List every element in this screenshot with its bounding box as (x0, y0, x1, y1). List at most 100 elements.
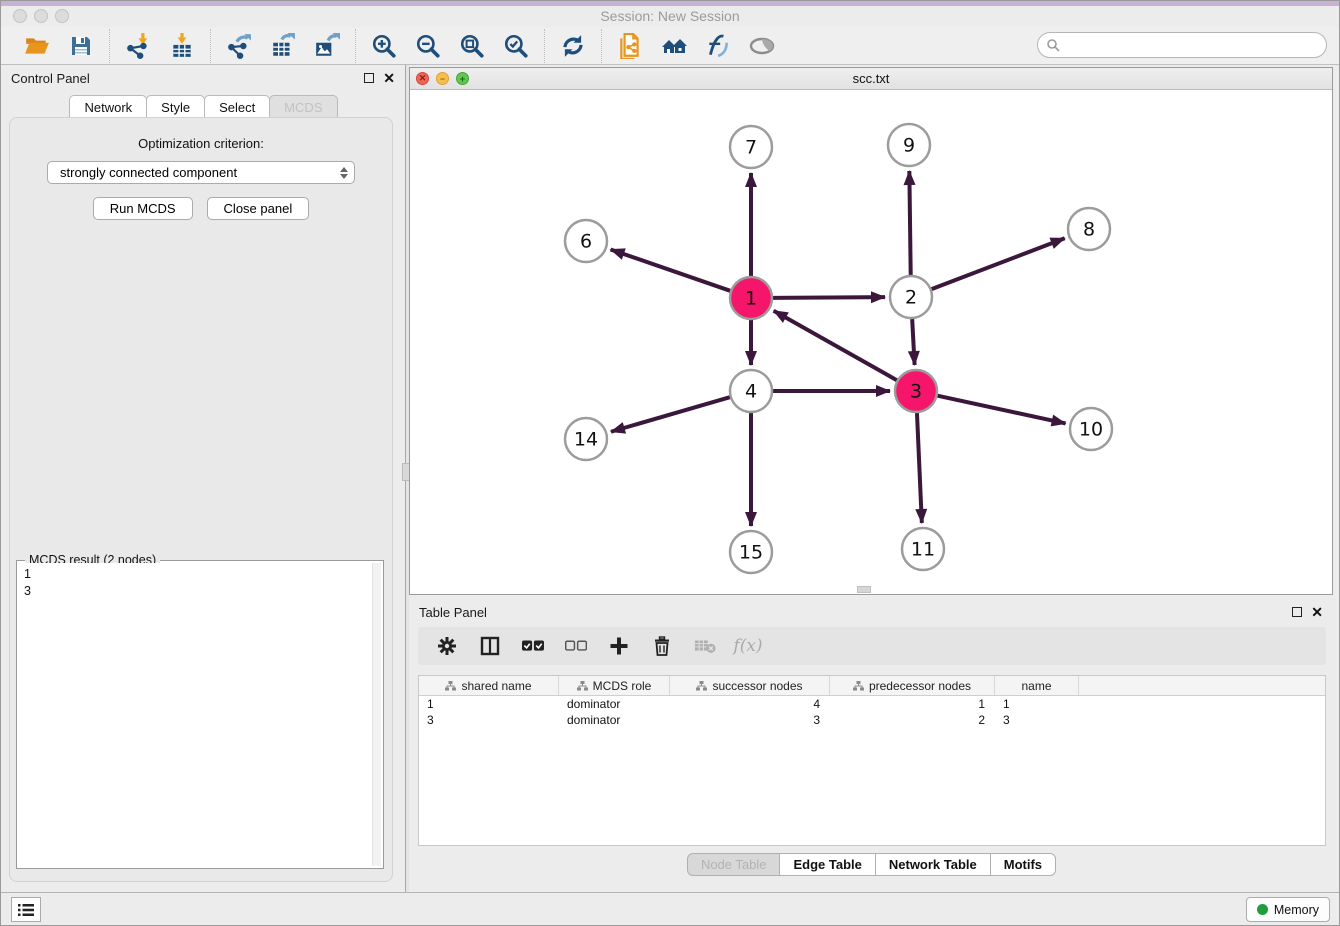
graph-node-label: 7 (745, 137, 757, 159)
delete-table-icon[interactable] (694, 635, 716, 657)
graph-edge-2-8[interactable] (932, 238, 1065, 289)
table-options-gear-icon[interactable] (436, 635, 458, 657)
show-column-panel-icon[interactable] (479, 635, 501, 657)
tab-select[interactable]: Select (204, 95, 270, 119)
run-mcds-button[interactable]: Run MCDS (93, 197, 193, 220)
graph-node-label: 6 (580, 231, 592, 253)
graph-edge-4-14[interactable] (611, 397, 730, 432)
float-panel-icon[interactable] (364, 73, 374, 83)
export-image-icon[interactable] (313, 32, 341, 60)
network-title: scc.txt (410, 71, 1332, 86)
graph-edge-1-6[interactable] (611, 249, 731, 290)
tree-icon (577, 681, 588, 691)
close-panel-icon[interactable]: ✕ (383, 73, 395, 83)
network-canvas[interactable]: 7968124314101511 (410, 90, 1332, 594)
column-header-predecessor-nodes[interactable]: predecessor nodes (830, 676, 995, 695)
table-row[interactable]: 3 dominator 3 2 3 (419, 712, 1325, 728)
vizmapper-icon[interactable] (704, 32, 732, 60)
fit-content-icon[interactable] (458, 32, 486, 60)
network-view-window: ✕ − + scc.txt 7968124314101511 (409, 67, 1333, 595)
memory-button[interactable]: Memory (1246, 897, 1330, 922)
search-input[interactable] (1065, 38, 1326, 53)
network-bottom-grip[interactable] (857, 586, 871, 593)
float-table-panel-icon[interactable] (1292, 607, 1302, 617)
export-table-icon[interactable] (269, 32, 297, 60)
column-header-mcds-role[interactable]: MCDS role (559, 676, 670, 695)
graph-node-label: 10 (1079, 419, 1103, 441)
optimization-criterion-label: Optimization criterion: (10, 136, 392, 151)
close-table-panel-icon[interactable]: ✕ (1311, 607, 1323, 617)
import-network-from-file-icon[interactable] (124, 32, 152, 60)
memory-label: Memory (1274, 903, 1319, 917)
zoom-out-icon[interactable] (414, 32, 442, 60)
panel-list-button[interactable] (11, 897, 41, 922)
open-session-icon[interactable] (23, 32, 51, 60)
column-header-name[interactable]: name (995, 676, 1079, 695)
network-canvas-svg: 7968124314101511 (410, 90, 1332, 594)
result-line: 3 (24, 583, 371, 600)
save-session-icon[interactable] (67, 32, 95, 60)
network-window-titlebar[interactable]: ✕ − + scc.txt (410, 68, 1332, 90)
tab-network[interactable]: Network (69, 95, 147, 119)
column-header-shared-name[interactable]: shared name (419, 676, 559, 695)
clone-network-icon[interactable] (616, 32, 644, 60)
graph-edge-2-9[interactable] (909, 171, 910, 275)
node-table[interactable]: shared name MCDS role successor nodes pr… (418, 675, 1326, 846)
graph-node-label: 8 (1083, 219, 1095, 241)
optimization-criterion-dropdown[interactable]: strongly connected component (47, 161, 355, 184)
deselect-all-checkboxes-icon[interactable] (565, 635, 587, 657)
search-box[interactable] (1037, 32, 1327, 58)
tab-edge-table[interactable]: Edge Table (779, 853, 875, 876)
graph-edge-1-2[interactable] (773, 297, 885, 298)
add-column-icon[interactable] (608, 635, 630, 657)
tree-icon (853, 681, 864, 691)
control-panel: Control Panel ✕ Network Style Select MCD… (1, 65, 405, 892)
function-builder-icon[interactable]: f(x) (737, 635, 759, 657)
application-window: Session: New Session (0, 0, 1340, 926)
table-panel: Table Panel ✕ (409, 599, 1333, 890)
memory-status-icon (1257, 904, 1268, 915)
status-bar: Memory (1, 892, 1339, 925)
import-table-from-file-icon[interactable] (168, 32, 196, 60)
graph-edge-2-3[interactable] (912, 319, 914, 365)
refresh-view-icon[interactable] (559, 32, 587, 60)
mcds-result-box: MCDS result (2 nodes) 1 3 (16, 560, 384, 869)
zoom-selected-icon[interactable] (502, 32, 530, 60)
table-row[interactable]: 1 dominator 4 1 1 (419, 696, 1325, 712)
graph-edge-3-10[interactable] (937, 396, 1065, 424)
column-header-filler (1079, 676, 1325, 695)
graph-edge-3-11[interactable] (917, 413, 922, 523)
tab-network-table[interactable]: Network Table (875, 853, 991, 876)
result-scrollbar[interactable] (372, 563, 381, 866)
main-toolbar (1, 27, 1339, 65)
export-network-icon[interactable] (225, 32, 253, 60)
close-panel-button[interactable]: Close panel (207, 197, 310, 220)
table-panel-title: Table Panel (419, 605, 1292, 620)
graph-node-label: 4 (745, 381, 757, 403)
show-graphics-details-icon[interactable] (748, 32, 776, 60)
search-icon (1046, 38, 1060, 52)
tab-node-table[interactable]: Node Table (687, 853, 781, 876)
zoom-in-icon[interactable] (370, 32, 398, 60)
dropdown-value: strongly connected component (60, 165, 340, 180)
select-all-checkboxes-icon[interactable] (522, 635, 544, 657)
column-header-successor-nodes[interactable]: successor nodes (670, 676, 830, 695)
graph-node-label: 9 (903, 135, 915, 157)
table-header-row: shared name MCDS role successor nodes pr… (419, 676, 1325, 696)
tab-motifs[interactable]: Motifs (990, 853, 1056, 876)
graph-node-label: 14 (574, 429, 598, 451)
control-panel-tabs: Network Style Select MCDS (1, 95, 405, 119)
home-icon[interactable] (660, 32, 688, 60)
chevron-up-down-icon (340, 167, 348, 179)
graph-node-label: 2 (905, 287, 917, 309)
delete-column-icon[interactable] (651, 635, 673, 657)
tree-icon (445, 681, 456, 691)
tab-mcds[interactable]: MCDS (269, 95, 337, 119)
mcds-result-text[interactable]: 1 3 (19, 563, 371, 866)
app-titlebar: Session: New Session (1, 6, 1339, 27)
graph-edge-3-1[interactable] (774, 311, 897, 380)
tab-style[interactable]: Style (146, 95, 205, 119)
graph-node-label: 15 (739, 542, 763, 564)
table-tabs: Node Table Edge Table Network Table Moti… (409, 853, 1333, 876)
graph-node-label: 11 (911, 539, 935, 561)
